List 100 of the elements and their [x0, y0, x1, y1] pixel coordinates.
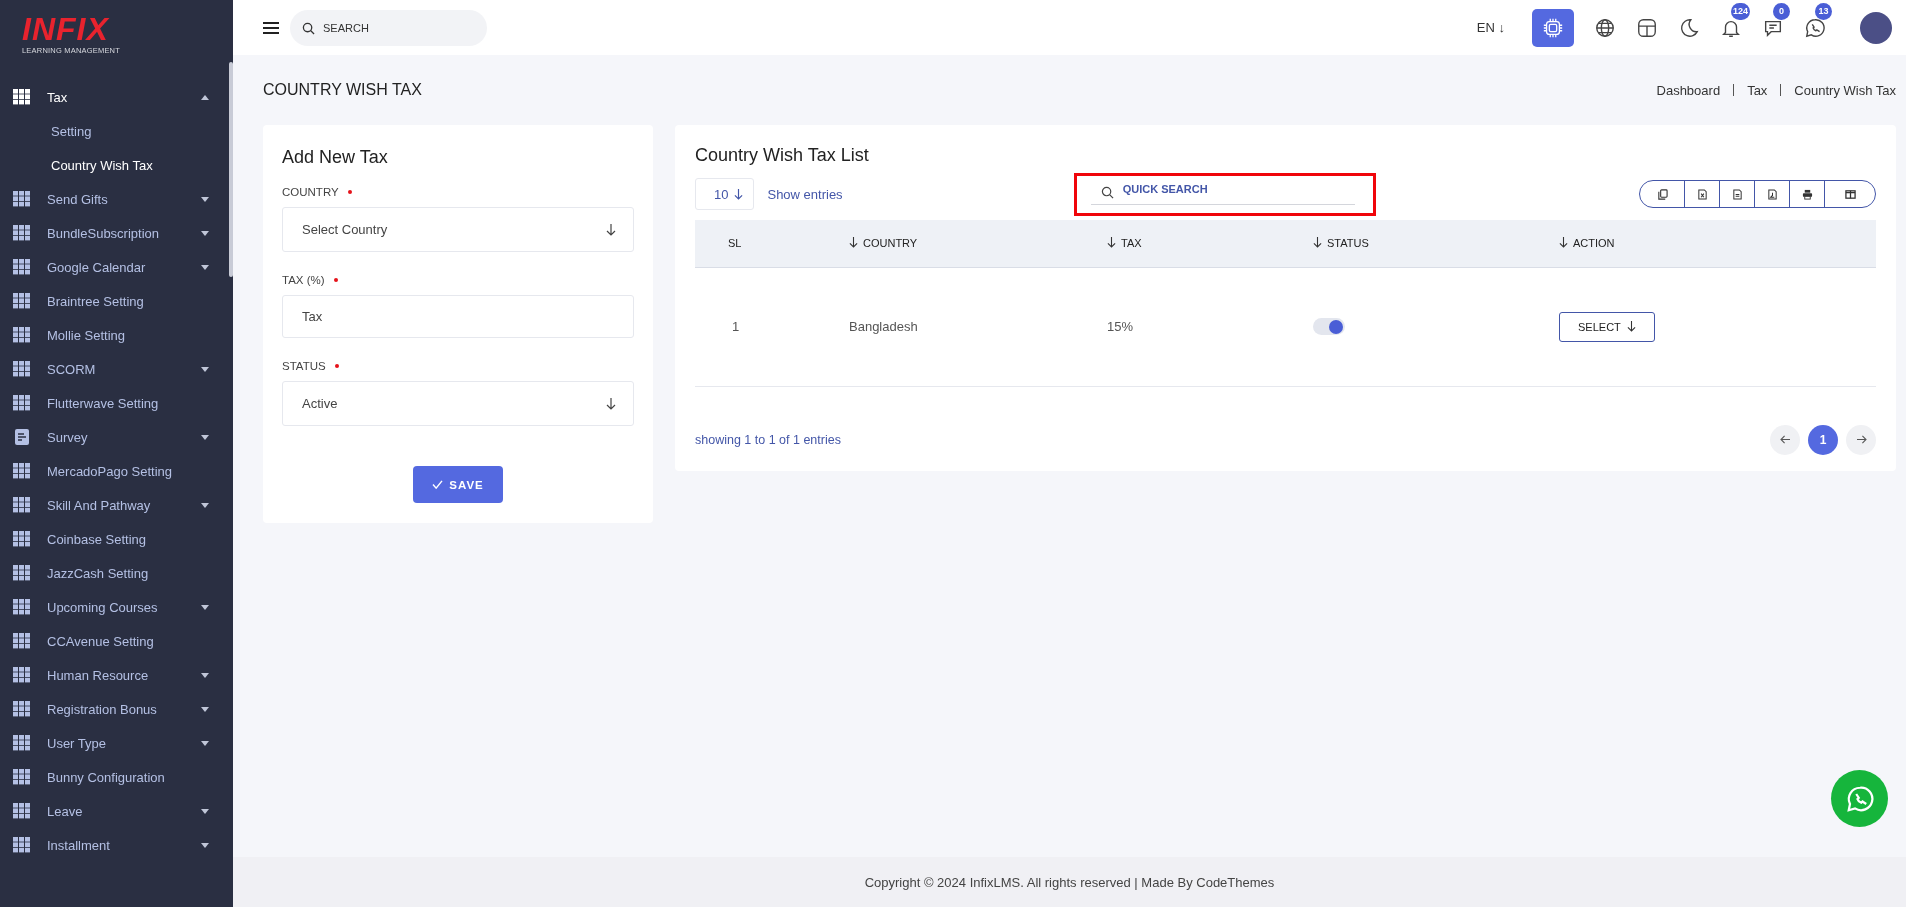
- document-icon: [13, 429, 31, 445]
- avatar[interactable]: [1860, 11, 1892, 44]
- sidebar-item[interactable]: Braintree Setting: [0, 284, 227, 318]
- arrow-down-icon: [606, 397, 616, 410]
- menu-icon[interactable]: [263, 21, 279, 34]
- grid-icon: [13, 769, 31, 785]
- sidebar-item[interactable]: Bunny Configuration: [0, 760, 227, 794]
- input-field[interactable]: Tax: [282, 295, 634, 338]
- column-header[interactable]: TAX: [1107, 236, 1142, 249]
- printer-icon[interactable]: [1801, 188, 1813, 200]
- caret-icon: [201, 196, 209, 202]
- sidebar-item[interactable]: Send Gifts: [0, 182, 227, 216]
- sort-arrow-icon: [849, 237, 858, 248]
- moon-icon[interactable]: [1678, 16, 1700, 39]
- sidebar-item[interactable]: Leave: [0, 794, 227, 828]
- columns-icon[interactable]: [1844, 188, 1856, 200]
- sidebar-item[interactable]: Registration Bonus: [0, 692, 227, 726]
- sidebar-item[interactable]: Human Resource: [0, 658, 227, 692]
- arrow-down-icon: [606, 223, 616, 236]
- save-button[interactable]: SAVE: [413, 466, 503, 503]
- next-page-button[interactable]: [1846, 424, 1876, 455]
- globe-icon[interactable]: [1594, 16, 1616, 39]
- caret-icon: [201, 502, 209, 508]
- sidebar-item[interactable]: Google Calendar: [0, 250, 227, 284]
- caret-icon: [201, 672, 209, 678]
- grid-icon: [13, 837, 31, 853]
- count-badge: 124: [1731, 2, 1751, 20]
- previous-page-button[interactable]: [1770, 424, 1800, 455]
- ai-button[interactable]: [1532, 8, 1574, 47]
- chip-icon: [1542, 16, 1564, 39]
- check-icon: [432, 480, 444, 489]
- grid-icon: [13, 531, 31, 547]
- grid-icon: [13, 463, 31, 479]
- grid-icon: [13, 599, 31, 615]
- sidebar-item[interactable]: MercadoPago Setting: [0, 454, 227, 488]
- status-toggle[interactable]: [1313, 318, 1345, 336]
- sidebar-item[interactable]: Installment: [0, 828, 227, 862]
- field-label: STATUS: [282, 360, 326, 372]
- caret-icon: [201, 434, 209, 440]
- breadcrumb-link[interactable]: Country Wish Tax: [1794, 82, 1896, 98]
- sort-arrow-icon: [1313, 237, 1322, 248]
- caret-icon: [201, 264, 209, 270]
- pdf-file-icon[interactable]: [1766, 188, 1778, 200]
- arrow-down-icon: [734, 188, 744, 200]
- show-entries-label: Show entries: [767, 186, 843, 202]
- layout-icon[interactable]: [1636, 16, 1658, 39]
- submenu-item[interactable]: Country Wish Tax: [0, 148, 153, 182]
- caret-icon: [201, 842, 209, 848]
- sidebar-item[interactable]: Tax: [0, 80, 227, 114]
- table-cell: 1: [732, 319, 740, 334]
- sidebar-item[interactable]: Skill And Pathway: [0, 488, 227, 522]
- column-header[interactable]: STATUS: [1313, 236, 1369, 249]
- grid-icon: [13, 667, 31, 683]
- sidebar-item[interactable]: Mollie Setting: [0, 318, 227, 352]
- arrow-left-icon: [1779, 435, 1791, 444]
- scrollbar-thumb[interactable]: [229, 62, 233, 277]
- sidebar-item[interactable]: BundleSubscription: [0, 216, 227, 250]
- sidebar-item[interactable]: Coinbase Setting: [0, 522, 227, 556]
- sort-arrow-icon: [1559, 237, 1568, 248]
- grid-icon: [13, 89, 31, 105]
- arrow-down-icon: [1626, 321, 1636, 332]
- document-icon[interactable]: [1731, 188, 1743, 200]
- grid-icon: [13, 259, 31, 275]
- select-field[interactable]: Active: [282, 381, 634, 426]
- arrow-right-icon: [1855, 435, 1867, 444]
- caret-icon: [201, 706, 209, 712]
- sort-arrow-icon: [1107, 237, 1116, 248]
- grid-icon: [13, 293, 31, 309]
- sidebar-item[interactable]: User Type: [0, 726, 227, 760]
- language-selector[interactable]: EN ↓: [1476, 20, 1505, 35]
- grid-icon: [13, 735, 31, 751]
- count-badge: 13: [1815, 2, 1832, 20]
- page-size-select[interactable]: 10: [695, 178, 755, 210]
- caret-icon: [201, 230, 209, 236]
- column-header[interactable]: ACTION: [1559, 236, 1615, 249]
- grid-icon: [13, 633, 31, 649]
- submenu-item[interactable]: Setting: [0, 114, 92, 148]
- breadcrumb-link[interactable]: Dashboard: [1656, 82, 1721, 98]
- quick-search-field[interactable]: QUICK SEARCH: [1090, 182, 1355, 205]
- select-button[interactable]: SELECT: [1559, 311, 1655, 342]
- card-title: Country Wish Tax List: [695, 145, 870, 166]
- column-header[interactable]: COUNTRY: [849, 236, 918, 249]
- phone-chat-icon[interactable]: [1804, 16, 1826, 39]
- column-header[interactable]: SL: [728, 237, 742, 250]
- sidebar-item[interactable]: JazzCash Setting: [0, 556, 227, 590]
- sidebar-item[interactable]: Upcoming Courses: [0, 590, 227, 624]
- spreadsheet-file-icon[interactable]: [1696, 188, 1708, 200]
- copy-icon[interactable]: [1656, 188, 1668, 200]
- select-field[interactable]: Select Country: [282, 207, 634, 252]
- sidebar-item[interactable]: CCAvenue Setting: [0, 624, 227, 658]
- caret-icon: [201, 94, 209, 100]
- search-field[interactable]: SEARCH: [290, 9, 487, 46]
- sidebar-item[interactable]: Survey: [0, 420, 227, 454]
- field-label: COUNTRY: [282, 186, 339, 198]
- page-button[interactable]: 1: [1808, 424, 1838, 455]
- sidebar-item[interactable]: Flutterwave Setting: [0, 386, 227, 420]
- sidebar-item[interactable]: SCORM: [0, 352, 227, 386]
- breadcrumb-link[interactable]: Tax: [1747, 82, 1768, 98]
- grid-icon: [13, 395, 31, 411]
- whatsapp-chat-button[interactable]: [1831, 770, 1888, 827]
